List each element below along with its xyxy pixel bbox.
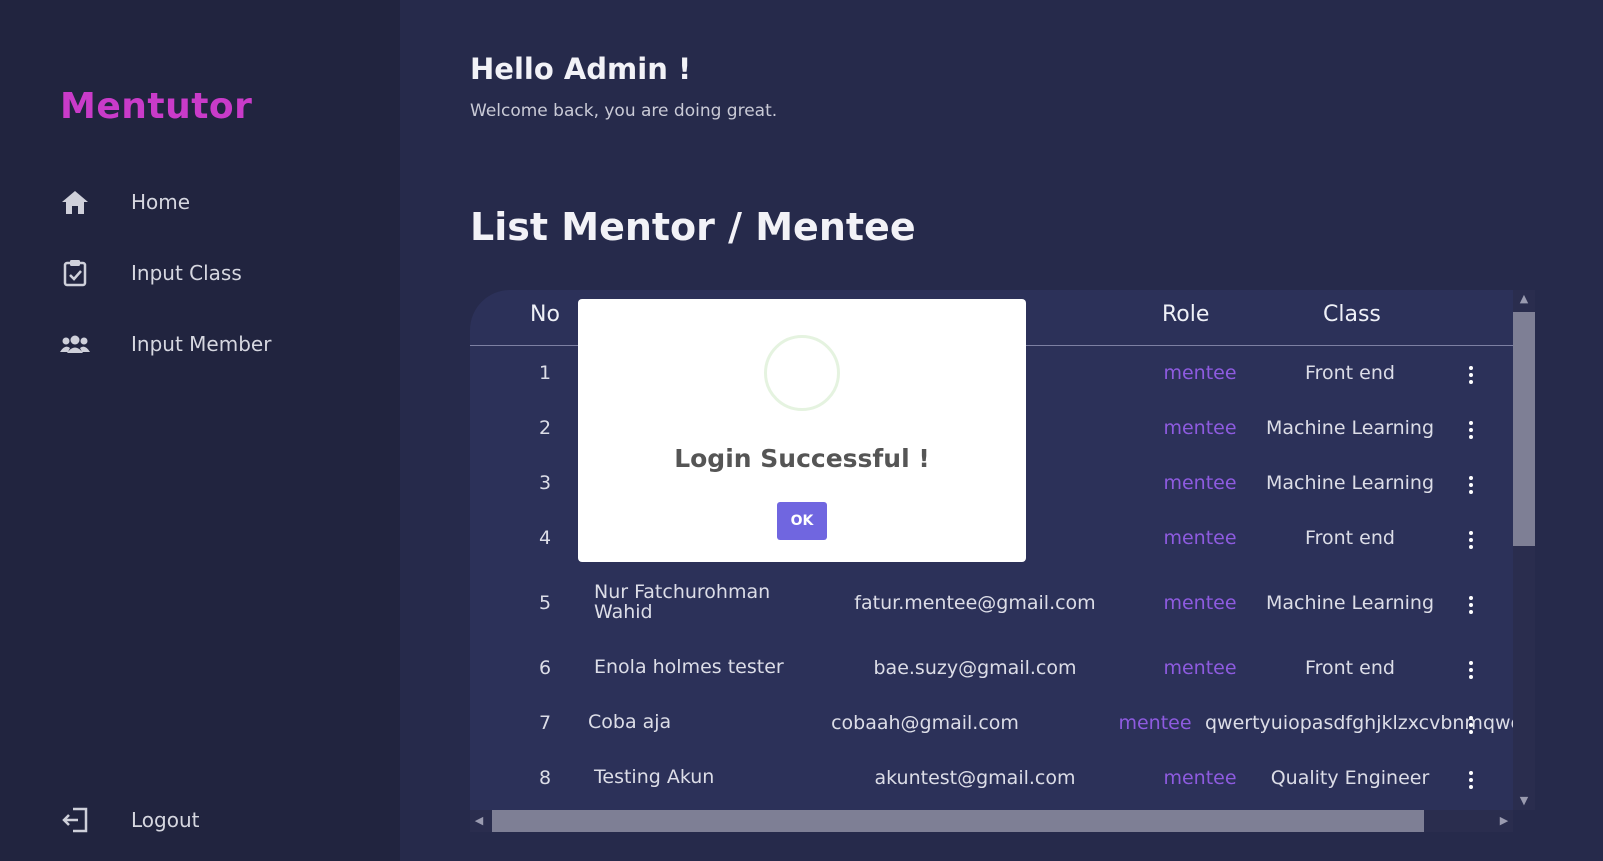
horizontal-scroll-thumb[interactable] — [492, 810, 1424, 832]
sidebar-item-input-member[interactable]: Input Member — [60, 324, 360, 364]
vertical-scroll-thumb[interactable] — [1513, 312, 1535, 546]
row-role: mentee — [1163, 362, 1237, 384]
success-icon — [764, 335, 840, 411]
row-email: fatur.mentee@gmail.com — [854, 592, 1096, 614]
table-row: 7 Coba aja cobaah@gmail.com mentee qwert… — [470, 712, 1513, 762]
sidebar-item-label: Input Member — [131, 332, 272, 356]
row-name: Coba aja — [588, 711, 672, 733]
kebab-menu-icon[interactable] — [1465, 716, 1477, 734]
row-no: 3 — [538, 472, 552, 494]
row-class: Machine Learning — [1265, 592, 1435, 614]
table-row: 6 Enola holmes tester bae.suzy@gmail.com… — [470, 657, 1513, 707]
kebab-menu-icon[interactable] — [1465, 771, 1477, 789]
row-class: Front end — [1305, 362, 1395, 384]
row-no: 4 — [538, 527, 552, 549]
row-class: Machine Learning — [1265, 417, 1435, 439]
kebab-menu-icon[interactable] — [1465, 596, 1477, 614]
sidebar-item-label: Home — [131, 190, 191, 214]
kebab-menu-icon[interactable] — [1465, 476, 1477, 494]
login-success-dialog: Login Successful ! OK — [578, 299, 1026, 562]
kebab-menu-icon[interactable] — [1465, 366, 1477, 384]
scroll-up-icon[interactable]: ▲ — [1513, 290, 1535, 308]
row-email: cobaah@gmail.com — [831, 712, 1019, 734]
row-name: Nur Fatchurohman Wahid — [594, 581, 771, 623]
row-email: akuntest@gmail.com — [874, 767, 1076, 789]
row-no: 2 — [538, 417, 552, 439]
kebab-menu-icon[interactable] — [1465, 531, 1477, 549]
row-role: mentee — [1163, 472, 1237, 494]
row-email: bae.suzy@gmail.com — [873, 657, 1077, 679]
greeting-title: Hello Admin ! — [470, 52, 692, 86]
app-logo[interactable]: Mentutor — [60, 86, 252, 127]
table-row: 8 Testing Akun akuntest@gmail.com mentee… — [470, 767, 1513, 810]
row-role: mentee — [1163, 767, 1237, 789]
sidebar-item-label: Input Class — [131, 261, 242, 285]
row-name: Enola holmes tester — [594, 656, 784, 678]
row-role: mentee — [1163, 417, 1237, 439]
table-row: 5 Nur Fatchurohman Wahid fatur.mentee@gm… — [470, 582, 1513, 642]
kebab-menu-icon[interactable] — [1465, 661, 1477, 679]
ok-button[interactable]: OK — [777, 502, 827, 540]
logout-button[interactable]: Logout — [60, 800, 360, 840]
row-role: mentee — [1163, 657, 1237, 679]
row-class: Front end — [1305, 527, 1395, 549]
row-role: mentee — [1163, 527, 1237, 549]
row-class: Quality Engineer — [1270, 767, 1430, 789]
row-no: 5 — [538, 592, 552, 614]
greeting-subtitle: Welcome back, you are doing great. — [470, 101, 778, 121]
row-class: Front end — [1305, 657, 1395, 679]
scroll-right-icon[interactable]: ▶ — [1495, 810, 1513, 832]
page-title: List Mentor / Mentee — [470, 205, 916, 249]
row-no: 1 — [538, 362, 552, 384]
scroll-left-icon[interactable]: ◀ — [470, 810, 488, 832]
home-icon — [60, 187, 90, 217]
vertical-scrollbar[interactable]: ▲ ▼ — [1513, 290, 1535, 810]
dialog-title: Login Successful ! — [674, 444, 930, 473]
logout-icon — [60, 805, 90, 835]
row-class: Machine Learning — [1265, 472, 1435, 494]
users-icon — [60, 329, 90, 359]
scroll-down-icon[interactable]: ▼ — [1513, 792, 1535, 810]
sidebar-item-input-class[interactable]: Input Class — [60, 253, 360, 293]
row-no: 7 — [538, 712, 552, 734]
row-role: mentee — [1118, 712, 1192, 734]
column-header-role: Role — [1162, 302, 1210, 327]
sidebar-item-home[interactable]: Home — [60, 182, 360, 222]
row-no: 6 — [538, 657, 552, 679]
row-no: 8 — [538, 767, 552, 789]
row-name: Testing Akun — [594, 766, 715, 788]
logout-label: Logout — [131, 808, 200, 832]
clipboard-check-icon — [60, 258, 90, 288]
row-role: mentee — [1163, 592, 1237, 614]
sidebar: Mentutor Home Input Class Input Member L… — [0, 0, 400, 861]
column-header-no: No — [530, 302, 560, 327]
kebab-menu-icon[interactable] — [1465, 421, 1477, 439]
horizontal-scrollbar[interactable]: ◀ ▶ — [470, 810, 1513, 832]
column-header-class: Class — [1323, 302, 1381, 327]
